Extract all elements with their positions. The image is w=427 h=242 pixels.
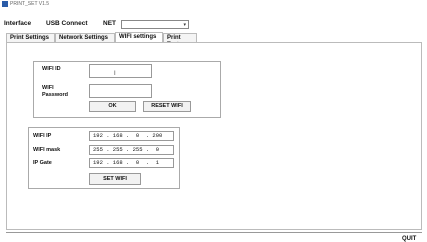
net-select[interactable]: ▾ <box>121 20 189 29</box>
tab-print-test[interactable]: Print Test <box>163 33 197 48</box>
ip-gate-field[interactable]: 192 . 168 . 0 . 1 <box>89 158 174 168</box>
wifi-password-label-line2: Password <box>42 92 68 98</box>
wifi-mask-field[interactable]: 255 . 255 . 255 . 0 <box>89 145 174 155</box>
app-icon <box>2 1 8 7</box>
wifi-ip-field[interactable]: 192 . 168 . 0 . 200 <box>89 131 174 141</box>
ip-gate-label: IP Gate <box>33 160 52 166</box>
set-wifi-button[interactable]: SET WIFI <box>89 173 141 185</box>
net-option[interactable]: NET <box>103 20 116 27</box>
window-title: PRINT_SET V1.5 <box>10 1 50 7</box>
tab-wifi-settings[interactable]: WIFI settings <box>115 32 163 42</box>
wifi-mask-label: WIFI mask <box>33 147 61 153</box>
wifi-id-label: WIFI ID <box>42 66 61 72</box>
status-divider <box>6 232 422 233</box>
reset-wifi-button[interactable]: RESET WIFI <box>143 101 191 112</box>
ok-button[interactable]: OK <box>89 101 136 112</box>
wifi-ip-label: WIFI IP <box>33 133 52 139</box>
wifi-password-label-line1: WIFI <box>42 85 54 91</box>
quit-button[interactable]: QUIT <box>402 236 416 242</box>
interface-label: Interface <box>4 20 32 27</box>
title-bar: PRINT_SET V1.5 <box>0 0 427 9</box>
usb-connect-option[interactable]: USB Connect <box>46 20 88 27</box>
wifi-id-input[interactable] <box>89 64 152 78</box>
tab-network-settings[interactable]: Network Settings <box>55 33 115 42</box>
wifi-password-input[interactable] <box>89 84 152 98</box>
tab-print-settings[interactable]: Print Settings <box>6 33 55 42</box>
chevron-down-icon[interactable]: ▾ <box>183 22 186 28</box>
text-cursor-icon: I <box>114 71 116 77</box>
